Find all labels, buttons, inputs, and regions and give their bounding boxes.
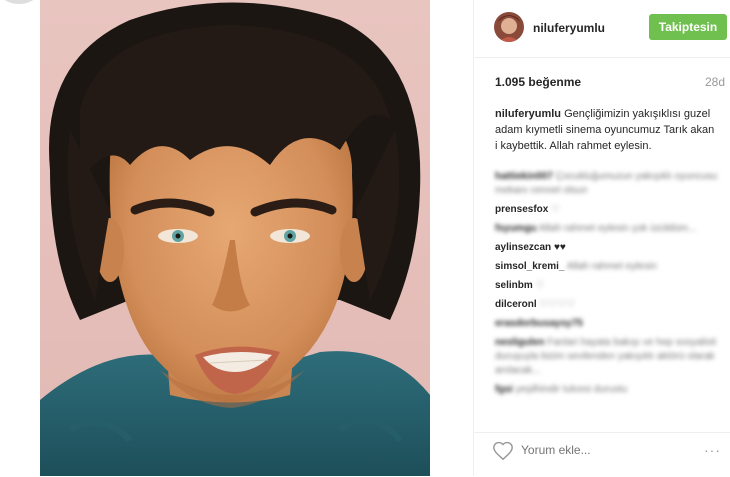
comment-item: dilceronl ♡♡♡♡ <box>495 298 727 312</box>
comment-text: ♡ <box>535 280 545 291</box>
comment-user[interactable]: erasdorbusaysy75 <box>495 318 583 329</box>
post-photo-pane <box>0 0 472 476</box>
comment-item: aylinsezcan ♥♥ <box>495 241 727 255</box>
comment-text: Allah rahmet eylesin çok üzüldüm... <box>538 223 697 234</box>
comment-text: ♥♥ <box>553 242 566 253</box>
post-header: niluferyumlu Takiptesin <box>474 0 730 58</box>
comment-item: fsyumgu Allah rahmet eylesin çok üzüldüm… <box>495 222 727 236</box>
post-age: 28d <box>704 75 725 89</box>
comment-list: hattiekin007 Çocukluğumuzun yakışıklı oy… <box>495 170 727 402</box>
caption-username[interactable]: niluferyumlu <box>495 108 561 120</box>
caption: niluferyumlu Gençliğimizin yakışıklısı g… <box>495 106 715 154</box>
comment-user[interactable]: selinbm <box>495 280 533 291</box>
comment-input[interactable] <box>521 443 671 457</box>
more-options-icon[interactable]: ··· <box>704 442 721 458</box>
comment-item: nesligulen Fanlari hayata bakışı ve hep … <box>495 336 727 378</box>
comment-user[interactable]: simsol_kremi_ <box>495 261 565 272</box>
comment-text: ♡♡♡♡ <box>539 299 576 310</box>
comment-text: Allah rahmet eylesin <box>566 261 657 272</box>
post-sidebar: niluferyumlu Takiptesin 1.095 beğenme 28… <box>473 0 730 477</box>
comment-user[interactable]: fgsi <box>495 384 513 395</box>
comment-item: simsol_kremi_ Allah rahmet eylesin <box>495 260 727 274</box>
post-footer: ··· <box>474 432 730 477</box>
post-username[interactable]: niluferyumlu <box>533 21 605 35</box>
nav-circle-partial[interactable] <box>0 0 40 4</box>
comment-text: ♡ <box>551 204 561 215</box>
comment-item: hattiekin007 Çocukluğumuzun yakışıklı oy… <box>495 170 727 198</box>
comment-user[interactable]: prensesfox <box>495 204 548 215</box>
comment-item: selinbm ♡ <box>495 279 727 293</box>
comment-item: fgsi yeşilhindir tulcesi durustu <box>495 383 727 397</box>
comment-text: yeşilhindir tulcesi durustu <box>515 384 628 395</box>
follow-button[interactable]: Takiptesin <box>649 14 727 40</box>
heart-icon[interactable] <box>492 440 514 462</box>
comment-item: erasdorbusaysy75 <box>495 317 727 331</box>
likes-count[interactable]: 1.095 beğenme <box>495 75 581 89</box>
comment-user[interactable]: dilceronl <box>495 299 537 310</box>
comment-item: prensesfox ♡ <box>495 203 727 217</box>
comment-user[interactable]: nesligulen <box>495 337 544 348</box>
comment-user[interactable]: hattiekin007 <box>495 171 553 182</box>
comment-user[interactable]: aylinsezcan <box>495 242 551 253</box>
avatar[interactable] <box>494 12 524 42</box>
post-photo <box>40 0 430 476</box>
comment-user[interactable]: fsyumgu <box>495 223 537 234</box>
